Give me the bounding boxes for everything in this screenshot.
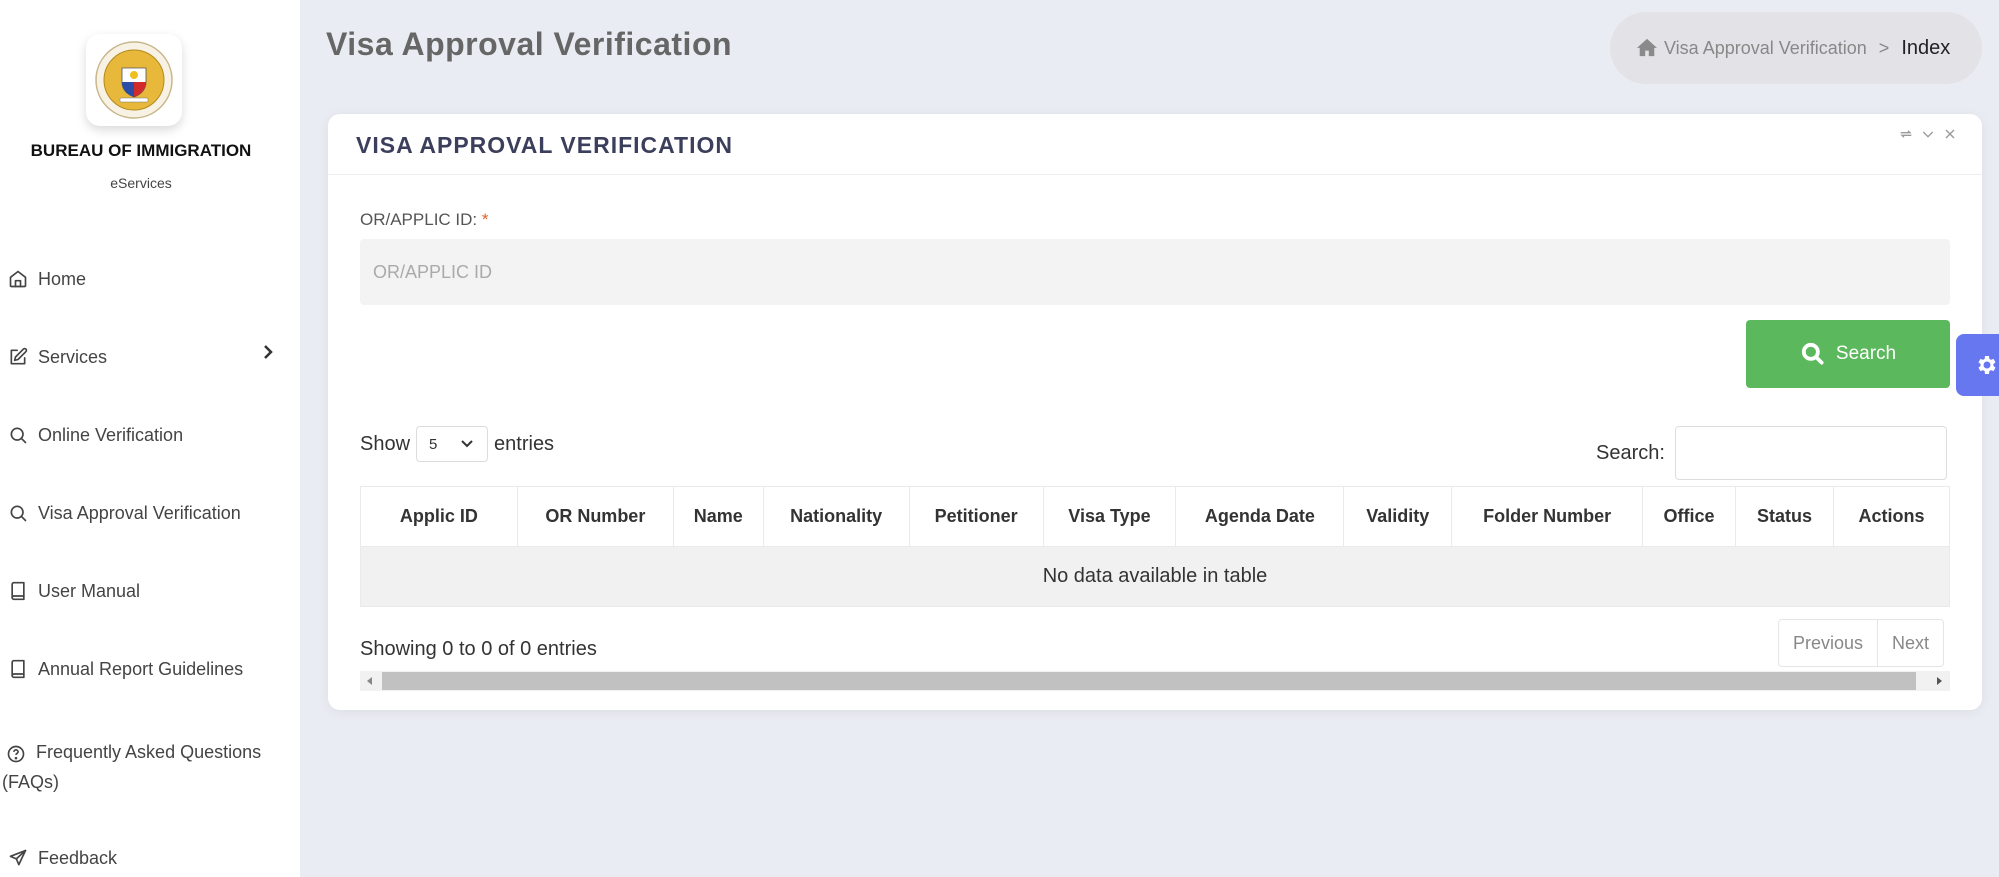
search-button-label: Search [1835,343,1897,364]
scroll-right-arrow-icon[interactable] [1937,677,1942,685]
column-header[interactable]: OR Number [516,486,674,547]
column-header[interactable]: Visa Type [1042,486,1177,547]
empty-table-message: No data available in table [360,546,1950,607]
verification-card: VISA APPROVAL VERIFICATION OR/APPLIC ID:… [328,114,1982,710]
column-header[interactable]: Applic ID [360,486,518,547]
refresh-icon[interactable] [1898,126,1914,147]
column-header[interactable]: Agenda Date [1175,486,1345,547]
breadcrumb-separator: > [1878,37,1890,58]
table-row: No data available in table [360,546,1950,607]
breadcrumb-link[interactable]: Visa Approval Verification [1664,38,1867,59]
applic-id-input[interactable] [360,239,1950,305]
table-search: Search: [1596,426,1947,480]
column-header[interactable]: Folder Number [1451,486,1644,547]
horizontal-scrollbar[interactable] [360,671,1950,691]
book-icon [6,579,30,603]
bureau-logo [86,34,182,126]
settings-toggle[interactable] [1956,334,1999,396]
sidebar-item-user-manual[interactable]: User Manual [6,579,140,603]
column-header[interactable]: Name [672,486,764,547]
scroll-left-arrow-icon[interactable] [367,677,372,685]
org-subtitle: eServices [110,175,172,191]
sidebar-item-label: Services [38,346,108,367]
search-icon [1801,342,1824,365]
previous-button[interactable]: Previous [1779,620,1877,666]
applic-id-label-text: OR/APPLIC ID: [360,210,478,229]
table-search-label: Search: [1596,441,1665,464]
collapse-chevron-icon[interactable] [1920,126,1936,147]
help-circle-icon [6,744,30,768]
sidebar-item-label: Online Verification [38,424,184,445]
sidebar-item-faqs[interactable]: Frequently Asked Questions (FAQs) [2,736,286,792]
table-header-row: Applic ID OR Number Name Nationality Pet… [360,486,1951,547]
column-header[interactable]: Office [1642,486,1737,547]
sidebar-item-label: User Manual [38,580,141,601]
next-button[interactable]: Next [1877,620,1943,666]
sidebar-item-label: Annual Report Guidelines [38,658,244,679]
applic-id-label: OR/APPLIC ID: * [360,210,489,230]
search-icon [6,501,30,525]
home-icon[interactable] [1636,37,1664,59]
column-header[interactable]: Validity [1343,486,1453,547]
required-mark: * [481,210,489,229]
column-header[interactable]: Actions [1832,486,1951,547]
edit-icon [6,345,30,369]
chevron-right-icon[interactable] [260,342,276,362]
column-header[interactable]: Petitioner [908,486,1044,547]
send-icon [6,846,30,870]
page-length-value: 5 [429,435,438,453]
column-header[interactable]: Status [1735,486,1834,547]
sidebar-item-annual-report-guidelines[interactable]: Annual Report Guidelines [6,657,243,681]
chevron-down-icon [461,440,473,448]
table-search-input[interactable] [1674,426,1947,480]
org-name: BUREAU OF IMMIGRATION [30,141,252,160]
sidebar-item-label: Home [38,268,87,289]
sidebar-item-visa-approval-verification[interactable]: Visa Approval Verification [6,501,241,525]
sidebar-item-label: Visa Approval Verification [38,502,241,523]
pagination: Previous Next [1778,619,1945,667]
page-length-control: Show 5 entries [360,426,554,462]
sidebar: BUREAU OF IMMIGRATION eServices Home Ser… [0,0,300,877]
scrollbar-thumb[interactable] [382,672,1916,690]
search-button[interactable]: Search [1746,320,1950,388]
show-label: Show [360,432,411,455]
gear-icon [1978,356,1996,374]
card-title: VISA APPROVAL VERIFICATION [356,132,733,158]
sidebar-item-label-cont: (FAQs) [2,772,59,792]
sidebar-item-services[interactable]: Services [6,345,107,369]
breadcrumb-current: Index [1901,36,1951,59]
close-icon[interactable] [1942,126,1958,147]
sidebar-item-feedback[interactable]: Feedback [6,846,117,870]
sidebar-item-label: Feedback [38,847,118,868]
column-header[interactable]: Nationality [762,486,910,547]
card-divider [328,174,1982,175]
entries-label: entries [494,432,555,455]
results-table: Applic ID OR Number Name Nationality Pet… [360,486,1951,607]
page-length-select[interactable]: 5 [416,426,489,462]
home-icon [6,267,30,291]
search-icon [6,423,30,447]
seal-icon [95,41,173,119]
sidebar-item-home[interactable]: Home [6,267,86,291]
sidebar-item-online-verification[interactable]: Online Verification [6,423,183,447]
breadcrumb: Visa Approval Verification > Index [1610,12,1982,84]
sidebar-item-label: Frequently Asked Questions [36,742,262,762]
card-tools [1898,126,1958,147]
page-title: Visa Approval Verification [326,26,733,62]
book-icon [6,657,30,681]
table-info: Showing 0 to 0 of 0 entries [360,638,597,660]
